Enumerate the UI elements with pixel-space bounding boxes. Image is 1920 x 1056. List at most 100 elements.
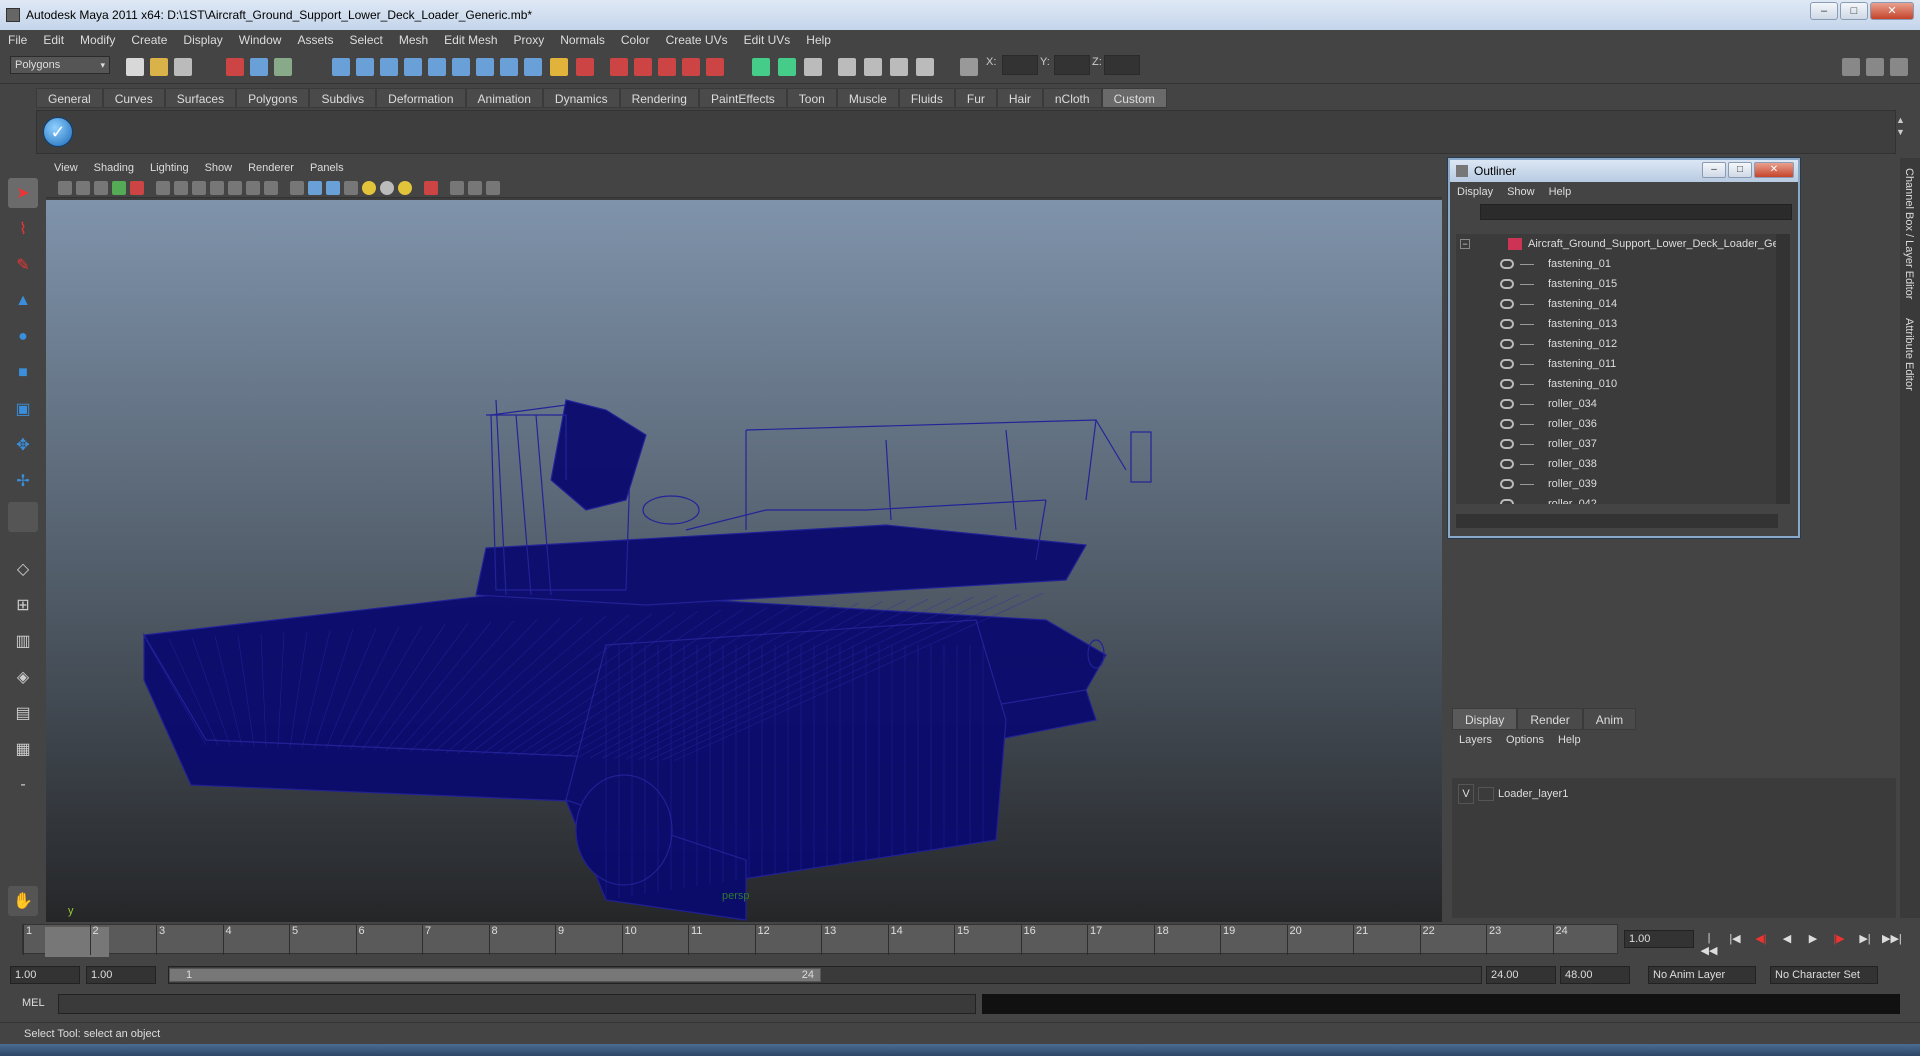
shadows-icon[interactable] (398, 181, 412, 195)
sphere-icon[interactable]: ● (8, 322, 38, 352)
command-language-label[interactable]: MEL (22, 997, 45, 1009)
select-hierarchy-icon[interactable] (226, 58, 244, 76)
layout-custom-icon[interactable]: - (8, 770, 38, 800)
toggle-tool-settings-icon[interactable] (1866, 58, 1884, 76)
output-ops-icon[interactable] (778, 58, 796, 76)
select-component-icon[interactable] (274, 58, 292, 76)
layout-persp-graph-icon[interactable]: ◈ (8, 662, 38, 692)
new-scene-icon[interactable] (126, 58, 144, 76)
go-to-start-icon[interactable]: |◀◀ (1700, 932, 1718, 957)
menu-normals[interactable]: Normals (552, 33, 613, 47)
camera-select-icon[interactable] (58, 181, 72, 195)
outliner-item[interactable]: roller_039 (1456, 474, 1778, 494)
outliner-item[interactable]: fastening_012 (1456, 334, 1778, 354)
outliner-close-button[interactable]: ✕ (1754, 162, 1794, 178)
outliner-item[interactable]: fastening_014 (1456, 294, 1778, 314)
time-ticks[interactable]: 1 2 3 4 5 6 7 8 9 10 11 12 13 14 15 16 17 18 19 20 21 22 23 24 (22, 924, 1618, 957)
outliner-menu-display[interactable]: Display (1450, 186, 1500, 198)
ipr-render-icon[interactable] (890, 58, 908, 76)
xray-joints-icon[interactable] (468, 181, 482, 195)
hand-icon[interactable]: ✋ (8, 886, 38, 916)
layer-row[interactable]: V Loader_layer1 (1458, 784, 1568, 804)
range-handle[interactable]: 1 24 (169, 968, 821, 982)
outliner-filter-field[interactable] (1480, 204, 1792, 220)
gate-mask-icon[interactable] (210, 181, 224, 195)
close-button[interactable]: ✕ (1870, 2, 1914, 20)
input-ops-icon[interactable] (752, 58, 770, 76)
channel-box-tab[interactable]: Channel Box / Layer Editor (1903, 168, 1915, 299)
collapse-icon[interactable]: − (1460, 239, 1470, 249)
pick-misc-icon[interactable] (500, 58, 518, 76)
pick-deformations-icon[interactable] (428, 58, 446, 76)
play-backwards-icon[interactable]: ◀ (1778, 932, 1796, 948)
highlight-selection-icon[interactable] (576, 58, 594, 76)
cylinder-icon[interactable]: ▣ (8, 394, 38, 424)
lock-selection-icon[interactable] (550, 58, 568, 76)
input-field-mode-icon[interactable] (960, 58, 978, 76)
outliner-root-item[interactable]: − Aircraft_Ground_Support_Lower_Deck_Loa… (1456, 234, 1778, 254)
tab-general[interactable]: General (36, 88, 103, 108)
end-time-field[interactable]: 48.00 (1560, 966, 1630, 984)
shelf-menu-handle[interactable] (10, 110, 34, 154)
snap-view-plane-icon[interactable] (682, 58, 700, 76)
step-forward-frame-icon[interactable]: |▶ (1830, 932, 1848, 948)
resolution-gate-icon[interactable] (192, 181, 206, 195)
attribute-editor-tab[interactable]: Attribute Editor (1903, 318, 1915, 391)
layout-hypershade-icon[interactable]: ▦ (8, 734, 38, 764)
menu-create-uvs[interactable]: Create UVs (658, 33, 736, 47)
outliner-item[interactable]: roller_036 (1456, 414, 1778, 434)
snap-curve-icon[interactable] (634, 58, 652, 76)
outliner-item[interactable]: roller_042 (1456, 494, 1778, 504)
tab-rendering[interactable]: Rendering (619, 88, 699, 108)
select-tool-icon[interactable]: ➤ (8, 178, 38, 208)
field-chart-icon[interactable] (228, 181, 242, 195)
camera-attributes-icon[interactable] (76, 181, 90, 195)
toggle-attribute-editor-icon[interactable] (1842, 58, 1860, 76)
menu-edit-uvs[interactable]: Edit UVs (736, 33, 799, 47)
x-field[interactable] (1002, 55, 1038, 75)
layer-menu-layers[interactable]: Layers (1452, 734, 1499, 746)
grid-icon[interactable] (156, 181, 170, 195)
render-view-icon[interactable] (838, 58, 856, 76)
wireframe-icon[interactable] (290, 181, 304, 195)
last-tool-icon[interactable] (8, 502, 38, 532)
all-lights-icon[interactable] (380, 181, 394, 195)
make-live-icon[interactable] (706, 58, 724, 76)
layer-visibility-toggle[interactable]: V (1458, 784, 1474, 804)
toggle-channel-box-icon[interactable] (1890, 58, 1908, 76)
menu-display[interactable]: Display (175, 33, 230, 47)
outliner-item[interactable]: fastening_013 (1456, 314, 1778, 334)
rotate-tool-icon[interactable]: ✢ (8, 466, 38, 496)
menu-proxy[interactable]: Proxy (506, 33, 553, 47)
time-slider[interactable]: 1 2 3 4 5 6 7 8 9 10 11 12 13 14 15 16 17 18 19 20 21 22 23 24 … (0, 922, 1920, 957)
menu-edit[interactable]: Edit (35, 33, 72, 47)
outliner-minimize-button[interactable]: – (1702, 162, 1726, 178)
film-gate-icon[interactable] (174, 181, 188, 195)
outliner-vertical-scrollbar[interactable] (1776, 234, 1790, 504)
safe-action-icon[interactable] (246, 181, 260, 195)
current-frame-marker[interactable] (45, 927, 109, 957)
tab-fur[interactable]: Fur (954, 88, 997, 108)
layout-outliner-icon[interactable]: ▤ (8, 698, 38, 728)
outliner-item[interactable]: roller_038 (1456, 454, 1778, 474)
help-icon[interactable] (524, 58, 542, 76)
step-back-key-icon[interactable]: |◀ (1726, 932, 1744, 948)
menu-edit-mesh[interactable]: Edit Mesh (436, 33, 505, 47)
checkmark-icon[interactable]: ✓ (43, 117, 73, 147)
maximize-button[interactable]: □ (1840, 2, 1868, 20)
lasso-tool-icon[interactable]: ⌇ (8, 214, 38, 244)
character-set-select[interactable]: No Character Set (1770, 966, 1878, 984)
tab-muscle[interactable]: Muscle (836, 88, 899, 108)
outliner-item[interactable]: roller_037 (1456, 434, 1778, 454)
save-scene-icon[interactable] (174, 58, 192, 76)
minimize-button[interactable]: – (1810, 2, 1838, 20)
layer-menu-help[interactable]: Help (1551, 734, 1588, 746)
pick-curves-icon[interactable] (380, 58, 398, 76)
tab-deformation[interactable]: Deformation (376, 88, 466, 108)
pick-surfaces-icon[interactable] (404, 58, 422, 76)
default-light-icon[interactable] (362, 181, 376, 195)
layout-side-icon[interactable]: ▥ (8, 626, 38, 656)
tab-dynamics[interactable]: Dynamics (542, 88, 620, 108)
tab-fluids[interactable]: Fluids (898, 88, 955, 108)
grease-pencil-icon[interactable] (130, 181, 144, 195)
